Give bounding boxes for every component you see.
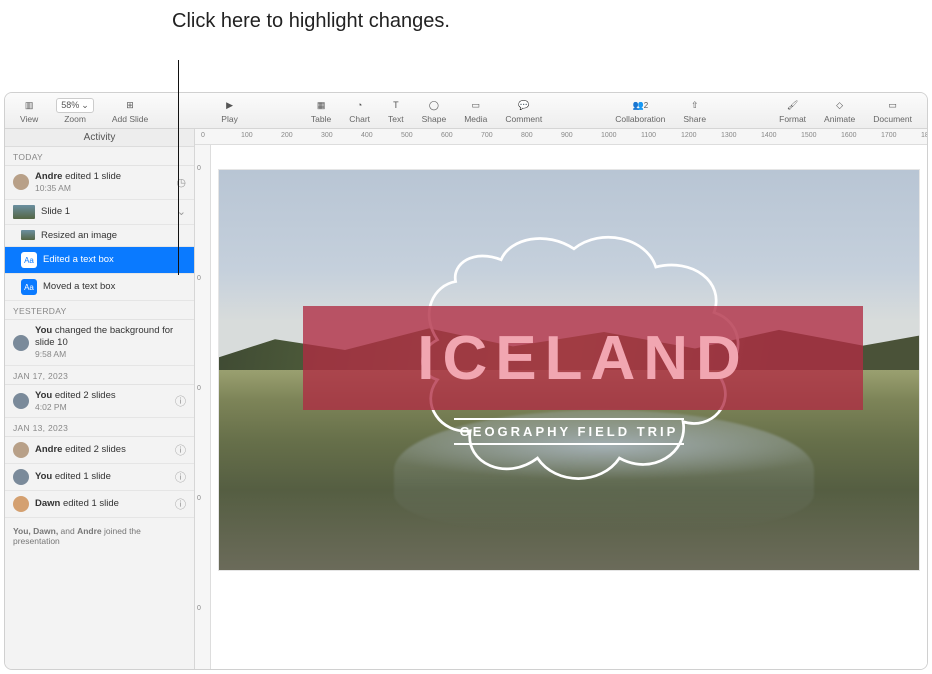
view-label: View bbox=[20, 114, 38, 124]
avatar-icon bbox=[13, 496, 29, 512]
table-label: Table bbox=[311, 114, 331, 124]
share-icon: ⇧ bbox=[691, 98, 699, 113]
ruler-horizontal: 0100200300400500600700800900100011001200… bbox=[195, 129, 927, 145]
text-button[interactable]: TText bbox=[379, 93, 413, 128]
callout-text: Click here to highlight changes. bbox=[172, 8, 450, 34]
text-label: Text bbox=[388, 114, 404, 124]
info-icon: ⓘ bbox=[175, 442, 186, 458]
info-icon: ⓘ bbox=[175, 469, 186, 485]
slide[interactable]: ICELAND GEOGRAPHY FIELD TRIP bbox=[219, 170, 919, 570]
activity-you-edit2[interactable]: You edited 2 slides 4:02 PM ⓘ bbox=[5, 385, 194, 419]
media-icon: ▭ bbox=[472, 98, 481, 113]
activity-resized-image[interactable]: Resized an image bbox=[5, 225, 194, 248]
info-icon: ⓘ bbox=[175, 496, 186, 512]
chart-icon: ◔ bbox=[357, 98, 362, 113]
activity-you-edit1[interactable]: You edited 1 slide ⓘ bbox=[5, 464, 194, 491]
activity-andre-edited[interactable]: Andre edited 1 slide 10:35 AM ◷ bbox=[5, 166, 194, 200]
view-button[interactable]: ▥ View bbox=[11, 93, 47, 128]
shape-button[interactable]: ◯Shape bbox=[413, 93, 456, 128]
image-thumbnail-icon bbox=[21, 230, 35, 240]
shape-label: Shape bbox=[422, 114, 447, 124]
activity-andre-edit2[interactable]: Andre edited 2 slides ⓘ bbox=[5, 437, 194, 464]
activity-edited-text-box[interactable]: Aa Edited a text box bbox=[5, 247, 194, 274]
text-edit-icon: Aa bbox=[21, 252, 37, 268]
add-slide-label: Add Slide bbox=[112, 114, 148, 124]
text-icon: T bbox=[393, 98, 399, 113]
title-banner[interactable]: ICELAND bbox=[303, 306, 863, 410]
zoom-value-box: 58%⌄ bbox=[56, 98, 94, 113]
format-button[interactable]: 🖌Format bbox=[770, 93, 815, 128]
activity-sidebar: Activity TODAY Andre edited 1 slide 10:3… bbox=[5, 129, 195, 669]
chart-label: Chart bbox=[349, 114, 370, 124]
animate-button[interactable]: ◇Animate bbox=[815, 93, 864, 128]
view-icon: ▥ bbox=[25, 98, 34, 113]
chart-button[interactable]: ◔Chart bbox=[340, 93, 379, 128]
section-jan17: JAN 17, 2023 bbox=[5, 366, 194, 385]
activity-slide-1[interactable]: Slide 1 ⌄ bbox=[5, 200, 194, 225]
shape-icon: ◯ bbox=[429, 98, 439, 113]
slide-title: ICELAND bbox=[417, 323, 749, 394]
document-icon: ▭ bbox=[888, 98, 897, 113]
section-jan13: JAN 13, 2023 bbox=[5, 418, 194, 437]
activity-dawn-edit1[interactable]: Dawn edited 1 slide ⓘ bbox=[5, 491, 194, 518]
slide-subtitle[interactable]: GEOGRAPHY FIELD TRIP bbox=[454, 418, 685, 445]
zoom-button[interactable]: 58%⌄ Zoom bbox=[47, 93, 103, 128]
avatar-icon bbox=[13, 393, 29, 409]
section-today: TODAY bbox=[5, 147, 194, 166]
share-label: Share bbox=[683, 114, 706, 124]
app-window: ▥ View 58%⌄ Zoom ⊞ Add Slide ▶ Play ▦Tab… bbox=[4, 92, 928, 670]
slide-thumbnail-icon bbox=[13, 205, 35, 219]
info-icon: ⓘ bbox=[175, 393, 186, 409]
collaboration-label: Collaboration bbox=[615, 114, 665, 124]
activity-you-background[interactable]: You changed the background for slide 10 … bbox=[5, 320, 194, 365]
play-button[interactable]: ▶ Play bbox=[212, 93, 247, 128]
avatar-icon bbox=[13, 469, 29, 485]
comment-label: Comment bbox=[505, 114, 542, 124]
document-button[interactable]: ▭Document bbox=[864, 93, 921, 128]
avatar-icon bbox=[13, 442, 29, 458]
activity-moved-text-box[interactable]: Aa Moved a text box bbox=[5, 274, 194, 301]
canvas-area: 0100200300400500600700800900100011001200… bbox=[195, 129, 927, 669]
add-slide-button[interactable]: ⊞ Add Slide bbox=[103, 93, 157, 128]
play-label: Play bbox=[221, 114, 238, 124]
collaboration-button[interactable]: 👥2Collaboration bbox=[606, 93, 674, 128]
toolbar: ▥ View 58%⌄ Zoom ⊞ Add Slide ▶ Play ▦Tab… bbox=[5, 93, 927, 129]
media-label: Media bbox=[464, 114, 487, 124]
table-button[interactable]: ▦Table bbox=[302, 93, 340, 128]
share-button[interactable]: ⇧Share bbox=[674, 93, 715, 128]
collaboration-icon: 👥2 bbox=[632, 98, 648, 113]
zoom-label: Zoom bbox=[64, 114, 86, 124]
format-icon: 🖌 bbox=[787, 98, 798, 113]
plus-icon: ⊞ bbox=[126, 98, 134, 113]
ruler-vertical: 00000 bbox=[195, 145, 211, 669]
media-button[interactable]: ▭Media bbox=[455, 93, 496, 128]
chevron-down-icon: ⌄ bbox=[81, 100, 89, 111]
section-yesterday: YESTERDAY bbox=[5, 301, 194, 320]
slide-stage[interactable]: ICELAND GEOGRAPHY FIELD TRIP bbox=[211, 145, 927, 669]
avatar-icon bbox=[13, 174, 29, 190]
text-edit-icon: Aa bbox=[21, 279, 37, 295]
comment-button[interactable]: 💬Comment bbox=[496, 93, 551, 128]
play-icon: ▶ bbox=[226, 98, 233, 113]
document-label: Document bbox=[873, 114, 912, 124]
animate-icon: ◇ bbox=[836, 98, 843, 113]
table-icon: ▦ bbox=[317, 98, 326, 113]
callout-leader-line bbox=[178, 60, 179, 275]
animate-label: Animate bbox=[824, 114, 855, 124]
format-label: Format bbox=[779, 114, 806, 124]
sidebar-title: Activity bbox=[5, 129, 194, 147]
comment-icon: 💬 bbox=[518, 98, 529, 113]
avatar-icon bbox=[13, 335, 29, 351]
activity-joined: You, Dawn, and Andre joined the presenta… bbox=[5, 518, 194, 554]
